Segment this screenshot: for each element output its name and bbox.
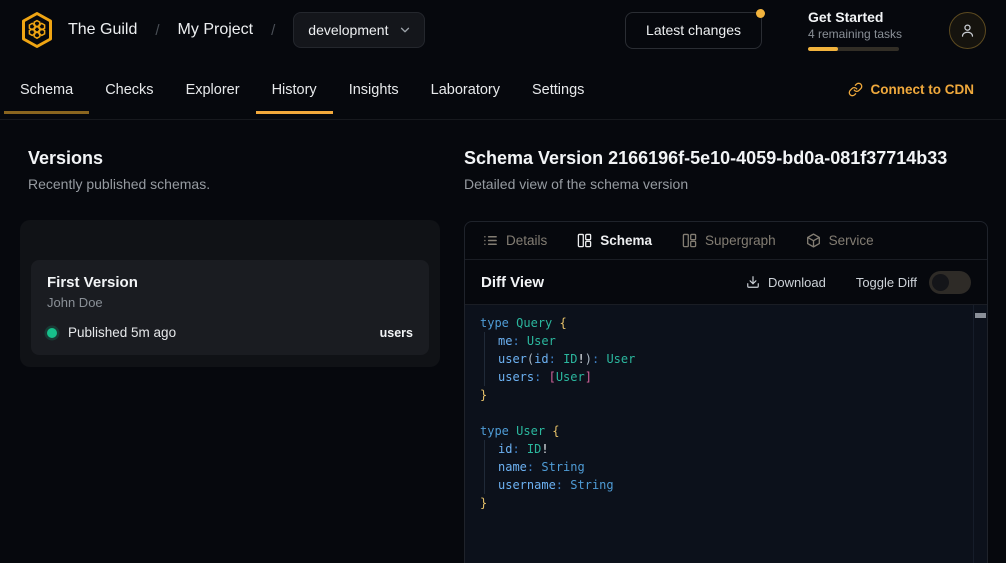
nav-tab-history[interactable]: History xyxy=(256,60,333,119)
user-avatar[interactable] xyxy=(949,12,986,49)
breadcrumb-separator: / xyxy=(267,22,279,39)
main-content: Versions Recently published schemas. Fir… xyxy=(0,120,1006,563)
chevron-down-icon xyxy=(398,23,412,37)
published-status-dot xyxy=(47,328,57,338)
schema-version-title: Schema Version 2166196f-5e10-4059-bd0a-0… xyxy=(464,148,988,169)
toggle-diff-switch[interactable] xyxy=(929,271,971,294)
diff-view-toolbar: Diff View Download xyxy=(465,260,987,305)
versions-subtitle: Recently published schemas. xyxy=(28,176,463,192)
code-line: name: String xyxy=(480,458,973,476)
get-started-title: Get Started xyxy=(808,9,903,25)
code-line: type User { xyxy=(480,422,973,440)
nav-tab-explorer[interactable]: Explorer xyxy=(170,60,256,119)
app-root: The Guild / My Project / development Lat… xyxy=(0,0,1006,563)
nav-tab-settings[interactable]: Settings xyxy=(516,60,600,119)
tab-supergraph[interactable]: Supergraph xyxy=(682,233,776,248)
latest-changes-label: Latest changes xyxy=(646,22,741,38)
versions-panel: Versions Recently published schemas. Fir… xyxy=(0,120,463,563)
get-started-progress-fill xyxy=(808,47,838,51)
version-status: Published 5m ago xyxy=(68,325,176,340)
breadcrumb-separator: / xyxy=(151,22,163,39)
versions-title: Versions xyxy=(28,148,463,169)
breadcrumb-project[interactable]: My Project xyxy=(178,21,254,39)
download-icon xyxy=(746,275,760,289)
link-icon xyxy=(848,82,863,97)
detail-tabs: Details Schema xyxy=(465,222,987,260)
code-scrollbar[interactable] xyxy=(973,305,987,563)
latest-changes-button[interactable]: Latest changes xyxy=(625,12,762,49)
code-scrollbar-thumb[interactable] xyxy=(975,313,986,318)
toggle-knob xyxy=(932,274,949,291)
schema-detail-card: Details Schema xyxy=(464,221,988,563)
breadcrumb-org[interactable]: The Guild xyxy=(68,21,137,39)
tab-details[interactable]: Details xyxy=(483,233,547,248)
connect-cdn-button[interactable]: Connect to CDN xyxy=(848,82,975,97)
code-line: username: String xyxy=(480,476,973,494)
connect-cdn-label: Connect to CDN xyxy=(871,82,975,97)
get-started-subtitle: 4 remaining tasks xyxy=(808,27,903,41)
target-selector-value: development xyxy=(308,22,388,38)
person-icon xyxy=(959,22,976,39)
version-author: John Doe xyxy=(47,295,413,310)
code-line: user(id: ID!): User xyxy=(480,350,973,368)
tab-service[interactable]: Service xyxy=(806,233,874,248)
cube-icon xyxy=(806,233,821,248)
top-header: The Guild / My Project / development Lat… xyxy=(0,0,1006,60)
graphql-code[interactable]: type Query {me: Useruser(id: ID!): Useru… xyxy=(465,305,973,563)
code-line xyxy=(480,404,973,422)
code-line: me: User xyxy=(480,332,973,350)
nav-tab-laboratory[interactable]: Laboratory xyxy=(415,60,516,119)
versions-list: First Version John Doe Published 5m ago … xyxy=(20,220,440,367)
schema-version-subtitle: Detailed view of the schema version xyxy=(464,176,988,192)
schema-code-viewer: type Query {me: Useruser(id: ID!): Useru… xyxy=(465,305,987,563)
nav-tab-insights[interactable]: Insights xyxy=(333,60,415,119)
notification-dot xyxy=(756,9,765,18)
schema-version-panel: Schema Version 2166196f-5e10-4059-bd0a-0… xyxy=(463,120,1006,563)
version-name: First Version xyxy=(47,274,413,291)
target-selector[interactable]: development xyxy=(293,12,425,48)
download-button[interactable]: Download xyxy=(746,275,826,290)
code-line: id: ID! xyxy=(480,440,973,458)
version-card[interactable]: First Version John Doe Published 5m ago … xyxy=(31,260,429,355)
main-nav: Schema Checks Explorer History Insights … xyxy=(0,60,1006,120)
download-label: Download xyxy=(768,275,826,290)
columns-icon xyxy=(682,233,697,248)
nav-tabs: Schema Checks Explorer History Insights … xyxy=(4,60,600,119)
code-line: type Query { xyxy=(480,314,973,332)
code-line: users: [User] xyxy=(480,368,973,386)
get-started-widget[interactable]: Get Started 4 remaining tasks xyxy=(808,9,903,51)
list-icon xyxy=(483,233,498,248)
columns-icon xyxy=(577,233,592,248)
code-line: } xyxy=(480,494,973,512)
nav-tab-checks[interactable]: Checks xyxy=(89,60,169,119)
get-started-progress-bar xyxy=(808,47,899,51)
toggle-diff-label: Toggle Diff xyxy=(856,275,917,290)
diff-view-title: Diff View xyxy=(481,274,544,291)
service-badge: users xyxy=(380,326,413,340)
hive-logo-icon[interactable] xyxy=(20,11,54,49)
nav-tab-schema[interactable]: Schema xyxy=(4,60,89,119)
tab-schema[interactable]: Schema xyxy=(577,233,652,248)
code-line: } xyxy=(480,386,973,404)
